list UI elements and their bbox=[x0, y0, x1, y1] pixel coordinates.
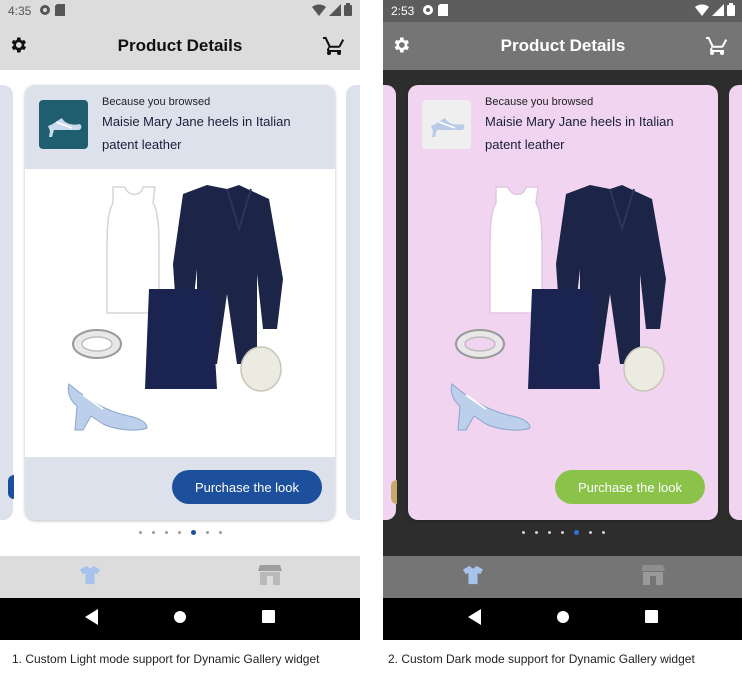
signal-icon bbox=[329, 3, 341, 19]
nav-item-store[interactable] bbox=[180, 556, 360, 598]
store-icon bbox=[641, 564, 665, 591]
gallery-area: Because you browsed Maisie Mary Jane hee… bbox=[0, 70, 360, 556]
sd-card-icon bbox=[438, 3, 449, 19]
previous-card-peek[interactable] bbox=[383, 85, 397, 520]
pagination-dots bbox=[383, 530, 742, 535]
previous-card-button bbox=[8, 475, 14, 499]
status-bar: 4:35 bbox=[0, 0, 360, 22]
recents-icon[interactable] bbox=[644, 610, 658, 628]
nav-item-store[interactable] bbox=[563, 556, 742, 598]
page-title: Product Details bbox=[500, 36, 626, 55]
page-dot[interactable] bbox=[534, 531, 538, 534]
product-thumbnail[interactable] bbox=[422, 100, 471, 149]
system-navigation-bar bbox=[383, 598, 742, 640]
signal-icon bbox=[712, 3, 724, 19]
page-dot[interactable] bbox=[601, 531, 605, 534]
page-dot[interactable] bbox=[177, 531, 181, 534]
notification-icon bbox=[422, 4, 434, 19]
previous-card-button bbox=[391, 480, 397, 504]
bottom-navigation bbox=[383, 556, 742, 598]
system-navigation-bar bbox=[0, 598, 360, 640]
nav-item-looks[interactable] bbox=[0, 556, 180, 598]
page-title: Product Details bbox=[117, 36, 243, 55]
status-time: 2:53 bbox=[391, 4, 415, 18]
dark-mode-caption: 2. Custom Dark mode support for Dynamic … bbox=[388, 652, 695, 666]
wifi-icon bbox=[312, 3, 326, 19]
page-dot[interactable] bbox=[547, 531, 551, 534]
status-bar: 2:53 bbox=[383, 0, 742, 22]
page-dot[interactable] bbox=[560, 531, 564, 534]
eyebrow-text: Because you browsed bbox=[485, 96, 594, 108]
settings-gear-icon[interactable] bbox=[391, 35, 411, 60]
page-dot[interactable] bbox=[521, 531, 525, 534]
sd-card-icon bbox=[55, 3, 66, 19]
product-title[interactable]: Maisie Mary Jane heels in Italian patent… bbox=[102, 110, 324, 156]
app-bar: Product Details bbox=[0, 22, 360, 70]
product-title[interactable]: Maisie Mary Jane heels in Italian patent… bbox=[485, 110, 707, 156]
recents-icon[interactable] bbox=[261, 610, 275, 628]
gallery-card[interactable]: Because you browsed Maisie Mary Jane hee… bbox=[408, 85, 718, 520]
battery-icon bbox=[727, 3, 735, 19]
battery-icon bbox=[344, 3, 352, 19]
status-time: 4:35 bbox=[8, 4, 32, 18]
purchase-the-look-button[interactable]: Purchase the look bbox=[555, 470, 705, 504]
next-card-peek[interactable] bbox=[729, 85, 742, 520]
pagination-dots bbox=[0, 530, 360, 535]
app-bar: Product Details bbox=[383, 22, 742, 70]
light-mode-screen: 4:35 Product Details Because you browsed… bbox=[0, 0, 360, 640]
store-icon bbox=[258, 564, 282, 591]
shirt-icon bbox=[79, 565, 101, 590]
back-icon[interactable] bbox=[468, 608, 482, 630]
outfit-image bbox=[408, 169, 718, 457]
dark-mode-screen: 2:53 Product Details Because you browsed… bbox=[383, 0, 742, 640]
notification-icon bbox=[39, 4, 51, 19]
back-icon[interactable] bbox=[85, 608, 99, 630]
gallery-card[interactable]: Because you browsed Maisie Mary Jane hee… bbox=[25, 85, 335, 520]
bottom-navigation bbox=[0, 556, 360, 598]
previous-card-peek[interactable] bbox=[0, 85, 14, 520]
settings-gear-icon[interactable] bbox=[8, 35, 28, 60]
page-dot[interactable] bbox=[151, 531, 155, 534]
page-dot[interactable] bbox=[588, 531, 592, 534]
cart-icon[interactable] bbox=[322, 33, 346, 62]
wifi-icon bbox=[695, 3, 709, 19]
page-dot[interactable] bbox=[218, 531, 222, 534]
page-dot[interactable] bbox=[138, 531, 142, 534]
purchase-the-look-button[interactable]: Purchase the look bbox=[172, 470, 322, 504]
next-card-peek[interactable] bbox=[346, 85, 360, 520]
cart-icon[interactable] bbox=[705, 33, 729, 62]
outfit-image bbox=[25, 169, 335, 457]
product-thumbnail[interactable] bbox=[39, 100, 88, 149]
page-dot[interactable] bbox=[164, 531, 168, 534]
page-dot-active[interactable] bbox=[573, 530, 579, 535]
page-dot[interactable] bbox=[205, 531, 209, 534]
home-icon[interactable] bbox=[173, 610, 187, 629]
eyebrow-text: Because you browsed bbox=[102, 96, 211, 108]
gallery-area: Because you browsed Maisie Mary Jane hee… bbox=[383, 70, 742, 556]
home-icon[interactable] bbox=[556, 610, 570, 629]
page-dot-active[interactable] bbox=[190, 530, 196, 535]
nav-item-looks[interactable] bbox=[383, 556, 563, 598]
shirt-icon bbox=[462, 565, 484, 590]
light-mode-caption: 1. Custom Light mode support for Dynamic… bbox=[12, 652, 320, 666]
